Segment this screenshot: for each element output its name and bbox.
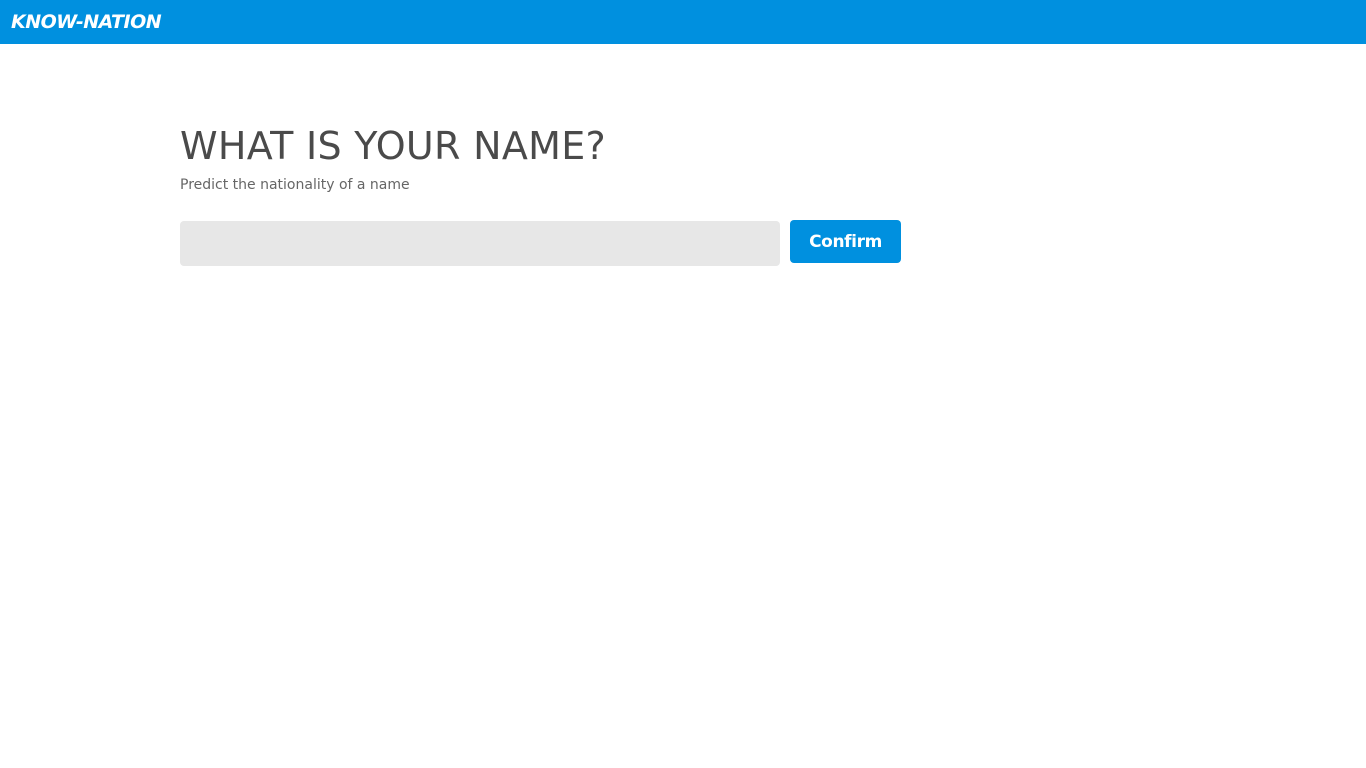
top-navbar: KNOW-NATION bbox=[0, 0, 1366, 44]
confirm-button[interactable]: Confirm bbox=[790, 220, 901, 263]
name-form: Confirm bbox=[180, 220, 940, 266]
page-subtitle: Predict the nationality of a name bbox=[180, 177, 410, 193]
name-form-section: WHAT IS YOUR NAME? Predict the nationali… bbox=[180, 120, 940, 266]
brand-logo[interactable]: KNOW-NATION bbox=[11, 10, 162, 34]
name-input[interactable] bbox=[180, 221, 780, 266]
page-title: WHAT IS YOUR NAME? bbox=[180, 124, 607, 168]
